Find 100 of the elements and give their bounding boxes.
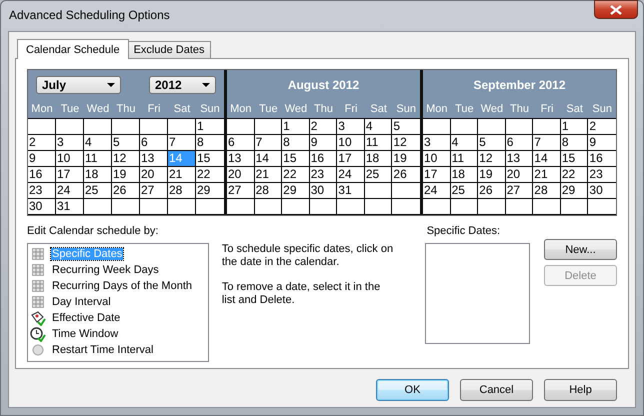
day-cell[interactable]: 20: [506, 167, 534, 183]
day-cell[interactable]: 21: [254, 167, 282, 183]
day-cell[interactable]: 12: [478, 151, 506, 167]
day-cell[interactable]: 4: [450, 135, 478, 151]
dialog-button[interactable]: OK: [376, 379, 449, 401]
day-cell[interactable]: 6: [140, 135, 168, 151]
day-cell[interactable]: 4: [364, 119, 392, 135]
day-cell[interactable]: 27: [506, 183, 534, 199]
day-cell[interactable]: 23: [28, 183, 56, 199]
day-cell[interactable]: 18: [84, 167, 112, 183]
day-cell[interactable]: 17: [337, 151, 365, 167]
day-cell[interactable]: 27: [140, 183, 168, 199]
day-cell[interactable]: 10: [56, 151, 84, 167]
day-cell[interactable]: 27: [227, 183, 255, 199]
day-cell[interactable]: 5: [478, 135, 506, 151]
day-cell[interactable]: 26: [478, 183, 506, 199]
day-cell[interactable]: 26: [392, 167, 420, 183]
day-cell[interactable]: 15: [196, 151, 224, 167]
day-cell[interactable]: 12: [112, 151, 140, 167]
day-cell[interactable]: 24: [423, 183, 451, 199]
day-cell[interactable]: 8: [282, 135, 310, 151]
month-dropdown[interactable]: July: [36, 76, 121, 94]
day-cell[interactable]: 29: [560, 183, 588, 199]
day-cell[interactable]: 16: [310, 151, 338, 167]
dialog-button[interactable]: Help: [544, 379, 617, 401]
day-cell[interactable]: 22: [560, 167, 588, 183]
day-cell[interactable]: 2: [310, 119, 338, 135]
day-cell[interactable]: 11: [84, 151, 112, 167]
day-cell[interactable]: 24: [56, 183, 84, 199]
day-cell[interactable]: 10: [423, 151, 451, 167]
day-cell[interactable]: 14: [254, 151, 282, 167]
day-cell[interactable]: 20: [140, 167, 168, 183]
day-cell[interactable]: 6: [506, 135, 534, 151]
day-cell[interactable]: 15: [560, 151, 588, 167]
day-cell[interactable]: 4: [84, 135, 112, 151]
day-cell[interactable]: 8: [196, 135, 224, 151]
day-cell[interactable]: 1: [196, 119, 224, 135]
day-cell[interactable]: 31: [56, 199, 84, 215]
close-button[interactable]: [594, 0, 638, 19]
list-item[interactable]: Time Window: [51, 328, 120, 340]
day-cell[interactable]: 23: [310, 167, 338, 183]
dates-list[interactable]: [424, 243, 530, 344]
day-cell[interactable]: 30: [310, 183, 338, 199]
day-cell[interactable]: 1: [282, 119, 310, 135]
day-cell[interactable]: 25: [364, 167, 392, 183]
day-cell[interactable]: 28: [168, 183, 196, 199]
day-cell[interactable]: 17: [423, 167, 451, 183]
day-cell[interactable]: 16: [28, 167, 56, 183]
day-cell[interactable]: 5: [112, 135, 140, 151]
day-cell[interactable]: 28: [533, 183, 561, 199]
day-cell[interactable]: 22: [282, 167, 310, 183]
day-cell[interactable]: 13: [227, 151, 255, 167]
day-cell[interactable]: 31: [337, 183, 365, 199]
tab[interactable]: Exclude Dates: [128, 41, 211, 58]
day-cell[interactable]: 10: [337, 135, 365, 151]
day-cell[interactable]: 3: [337, 119, 365, 135]
day-cell[interactable]: 29: [196, 183, 224, 199]
day-cell[interactable]: 9: [588, 135, 616, 151]
day-cell[interactable]: 29: [282, 183, 310, 199]
day-cell[interactable]: 26: [112, 183, 140, 199]
day-cell[interactable]: 6: [227, 135, 255, 151]
day-cell[interactable]: 17: [56, 167, 84, 183]
list-item[interactable]: Recurring Days of the Month: [51, 280, 194, 292]
day-cell[interactable]: 11: [450, 151, 478, 167]
day-cell[interactable]: 1: [560, 119, 588, 135]
day-cell[interactable]: 28: [254, 183, 282, 199]
day-cell[interactable]: 23: [588, 167, 616, 183]
list-item[interactable]: Recurring Week Days: [51, 264, 160, 276]
day-cell[interactable]: 19: [478, 167, 506, 183]
list-item[interactable]: Effective Date: [51, 312, 122, 324]
day-cell[interactable]: 21: [533, 167, 561, 183]
list-item[interactable]: Day Interval: [51, 296, 112, 308]
day-cell[interactable]: 16: [588, 151, 616, 167]
day-cell[interactable]: 15: [282, 151, 310, 167]
day-cell[interactable]: 19: [112, 167, 140, 183]
tab[interactable]: Calendar Schedule: [17, 39, 129, 59]
day-cell[interactable]: 20: [227, 167, 255, 183]
day-cell[interactable]: 7: [533, 135, 561, 151]
day-cell[interactable]: 13: [506, 151, 534, 167]
side-button[interactable]: New...: [544, 239, 617, 260]
day-cell[interactable]: 2: [28, 135, 56, 151]
day-cell[interactable]: 18: [364, 151, 392, 167]
day-cell[interactable]: 9: [310, 135, 338, 151]
dialog-button[interactable]: Cancel: [460, 379, 533, 401]
day-cell[interactable]: 7: [254, 135, 282, 151]
day-cell[interactable]: 5: [392, 119, 420, 135]
day-cell[interactable]: 3: [423, 135, 451, 151]
day-cell[interactable]: 30: [588, 183, 616, 199]
list-item[interactable]: Restart Time Interval: [51, 344, 154, 356]
day-cell[interactable]: 24: [337, 167, 365, 183]
day-cell[interactable]: 14: [533, 151, 561, 167]
day-cell[interactable]: 22: [196, 167, 224, 183]
day-cell[interactable]: 25: [84, 183, 112, 199]
day-cell[interactable]: 2: [588, 119, 616, 135]
day-cell[interactable]: 11: [364, 135, 392, 151]
day-cell[interactable]: 8: [560, 135, 588, 151]
day-cell[interactable]: 19: [392, 151, 420, 167]
day-cell[interactable]: 25: [450, 183, 478, 199]
day-cell[interactable]: 3: [56, 135, 84, 151]
day-cell[interactable]: 9: [28, 151, 56, 167]
